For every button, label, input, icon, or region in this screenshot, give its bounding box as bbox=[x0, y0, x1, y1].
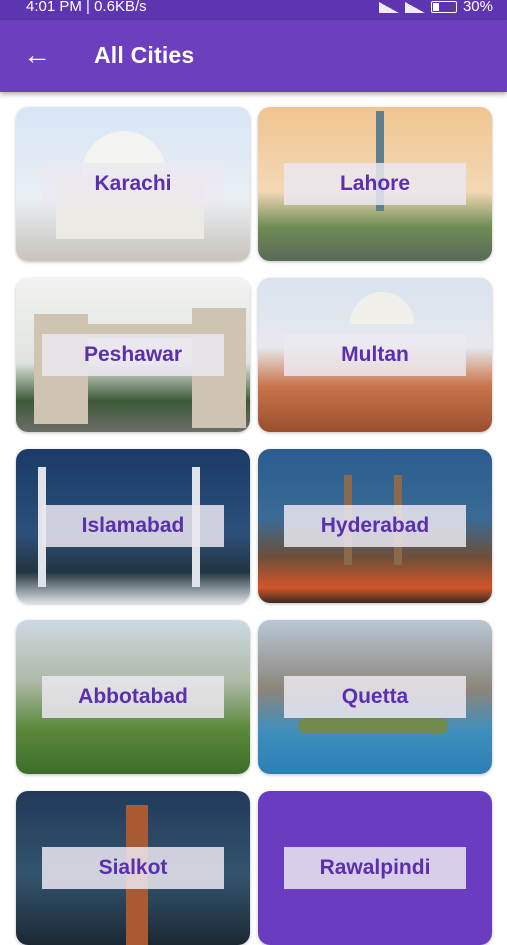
cities-grid: Karachi Lahore Peshawar Multan Islamabad bbox=[16, 107, 492, 945]
city-label: Lahore bbox=[284, 163, 466, 205]
status-time-speed: 4:01 PM | 0.6KB/s bbox=[26, 0, 147, 15]
city-card-peshawar[interactable]: Peshawar bbox=[16, 278, 250, 432]
status-bar: 4:01 PM | 0.6KB/s 30% bbox=[0, 0, 507, 20]
city-label: Sialkot bbox=[42, 847, 224, 889]
page-title: All Cities bbox=[94, 42, 195, 68]
city-card-multan[interactable]: Multan bbox=[258, 278, 492, 432]
status-right: 30% bbox=[378, 0, 493, 15]
city-card-hyderabad[interactable]: Hyderabad bbox=[258, 449, 492, 603]
app-bar: ← All Cities bbox=[0, 20, 507, 92]
city-card-sialkot[interactable]: Sialkot bbox=[16, 791, 250, 945]
city-label: Peshawar bbox=[42, 334, 224, 376]
city-label: Multan bbox=[284, 334, 466, 376]
back-button[interactable]: ← bbox=[22, 40, 52, 70]
city-card-karachi[interactable]: Karachi bbox=[16, 107, 250, 261]
signal-icon bbox=[378, 1, 399, 13]
battery-text: 30% bbox=[462, 0, 493, 15]
dome-shape bbox=[350, 292, 414, 324]
city-card-lahore[interactable]: Lahore bbox=[258, 107, 492, 261]
city-card-quetta[interactable]: Quetta bbox=[258, 620, 492, 774]
city-label: Rawalpindi bbox=[284, 847, 466, 889]
city-card-islamabad[interactable]: Islamabad bbox=[16, 449, 250, 603]
city-label: Quetta bbox=[284, 676, 466, 718]
city-label: Karachi bbox=[42, 163, 224, 205]
city-label: Abbotabad bbox=[42, 676, 224, 718]
city-label: Islamabad bbox=[42, 505, 224, 547]
battery-icon bbox=[430, 1, 457, 13]
city-card-abbotabad[interactable]: Abbotabad bbox=[16, 620, 250, 774]
arrow-left-icon: ← bbox=[23, 39, 51, 70]
city-card-rawalpindi[interactable]: Rawalpindi bbox=[258, 791, 492, 945]
island-shape bbox=[298, 718, 448, 734]
signal-icon-2 bbox=[404, 1, 425, 13]
city-label: Hyderabad bbox=[284, 505, 466, 547]
